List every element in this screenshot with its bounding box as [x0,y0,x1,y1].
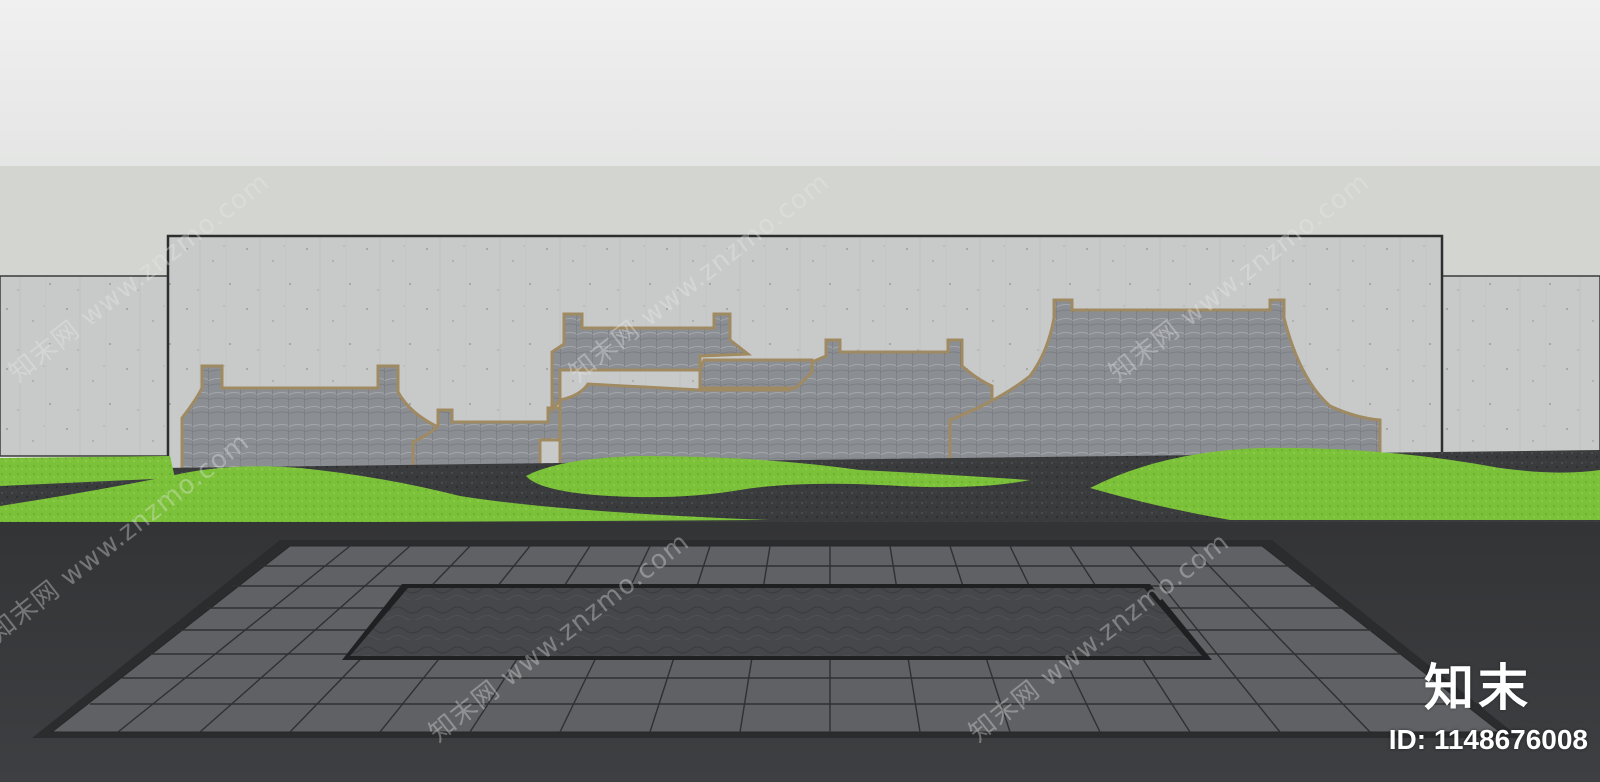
side-wall-right [1437,275,1600,457]
brand-logo: 知末 [1424,659,1532,717]
landscape-render [0,0,1600,782]
side-wall-left [0,275,173,457]
inner-pool [350,588,1202,656]
sky [0,0,1600,166]
render-scene: 知末网 www.znzmo.com 知末网 www.znzmo.com 知末网 … [0,0,1600,782]
image-id-label: ID: 1148676008 [1388,724,1588,755]
relief-panel-5 [698,358,814,390]
